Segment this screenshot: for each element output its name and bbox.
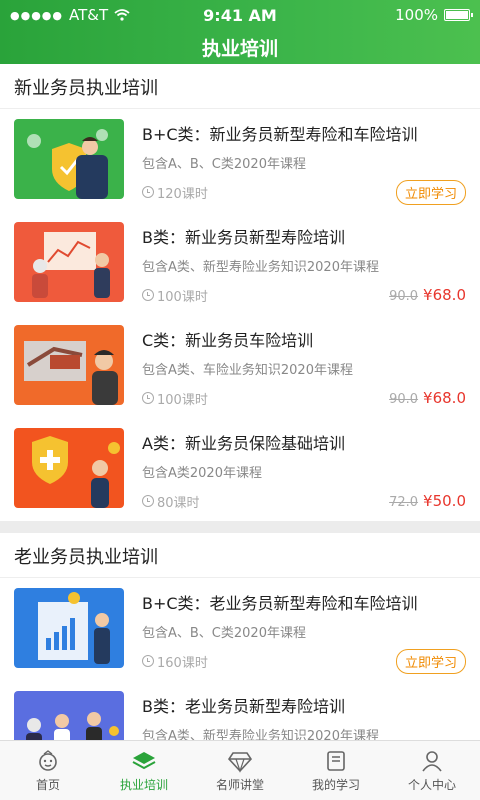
section-new-agents: 新业务员执业培训 B+C类：新业务员新型寿险和车险培训 包含A、B、C类2020…	[0, 64, 480, 521]
course-title: C类：新业务员车险培训	[142, 331, 314, 350]
course-subtitle: 包含A类、车险业务知识2020年课程	[142, 363, 353, 378]
clock-icon	[142, 392, 154, 404]
current-price: ¥68.0	[423, 286, 466, 304]
course-subtitle: 包含A、B、C类2020年课程	[142, 157, 306, 172]
course-subtitle: 包含A类2020年课程	[142, 466, 262, 481]
hours-label: 80课时	[157, 495, 200, 511]
course-hours: 120课时	[142, 183, 208, 202]
diamond-icon	[227, 751, 253, 773]
course-item[interactable]: A类：新业务员保险基础培训 包含A类2020年课程 80课时 72.0 ¥50.…	[0, 418, 480, 521]
current-price: ¥50.0	[423, 492, 466, 510]
current-price: ¥68.0	[423, 389, 466, 407]
course-hours: 100课时	[142, 389, 208, 408]
hours-label: 100课时	[157, 289, 208, 305]
start-learning-button[interactable]: 立即学习	[395, 648, 466, 674]
tab-label: 个人中心	[407, 777, 456, 792]
course-thumbnail	[14, 691, 124, 740]
bottom-tab-bar: 首页 执业培训 名师讲堂 我的学习 个人中心	[0, 740, 480, 800]
clock-icon	[142, 186, 154, 198]
course-hours: 160课时	[142, 652, 208, 671]
course-price: 72.0 ¥50.0	[389, 492, 466, 510]
start-learning-button[interactable]: 立即学习	[395, 179, 466, 205]
tab-profile[interactable]: 个人中心	[384, 741, 480, 800]
course-subtitle: 包含A类、新型寿险业务知识2020年课程	[142, 260, 379, 275]
clock-icon	[142, 289, 154, 301]
course-thumbnail	[14, 222, 124, 302]
tab-my-study[interactable]: 我的学习	[288, 741, 384, 800]
status-time: 9:41 AM	[203, 5, 277, 25]
section-experienced-agents: 老业务员执业培训 B+C类：老业务员新型寿险和车险培训 包含A、B、C类2020	[0, 533, 480, 740]
section-title: 新业务员执业培训	[0, 64, 480, 109]
page-title: 执业培训	[201, 37, 278, 60]
tab-teachers[interactable]: 名师讲堂	[192, 741, 288, 800]
tab-training[interactable]: 执业培训	[96, 741, 192, 800]
tab-home[interactable]: 首页	[0, 741, 96, 800]
course-thumbnail	[14, 325, 124, 405]
course-subtitle: 包含A、B、C类2020年课程	[142, 626, 306, 641]
top-bar: ●●●●● AT&T 9:41 AM 100% 执业培训	[0, 0, 480, 64]
person-icon	[422, 750, 442, 771]
course-item[interactable]: B+C类：新业务员新型寿险和车险培训 包含A、B、C类2020年课程 120课时…	[0, 109, 480, 212]
course-price: 90.0 ¥68.0	[389, 286, 466, 304]
course-item[interactable]: B+C类：老业务员新型寿险和车险培训 包含A、B、C类2020年课程 160课时…	[0, 578, 480, 681]
course-item[interactable]: B类：老业务员新型寿险培训 包含A类、新型寿险业务知识2020年课程	[0, 681, 480, 740]
original-price: 90.0	[389, 289, 419, 304]
course-title: B类：新业务员新型寿险培训	[142, 228, 345, 247]
hours-label: 100课时	[157, 392, 208, 408]
tab-label: 我的学习	[311, 777, 360, 792]
battery-icon	[444, 9, 473, 21]
tab-label: 执业培训	[119, 777, 168, 792]
original-price: 72.0	[389, 495, 419, 510]
clock-icon	[142, 495, 154, 507]
course-thumbnail	[14, 588, 124, 668]
tab-label: 首页	[35, 777, 60, 792]
course-hours: 100课时	[142, 286, 208, 305]
course-price: 90.0 ¥68.0	[389, 389, 466, 407]
course-subtitle: 包含A类、新型寿险业务知识2020年课程	[142, 729, 379, 740]
section-title: 老业务员执业培训	[0, 533, 480, 578]
status-bar: ●●●●● AT&T 9:41 AM 100%	[0, 0, 480, 30]
hours-label: 160课时	[157, 655, 208, 671]
home-face-icon	[39, 749, 57, 771]
course-title: B类：老业务员新型寿险培训	[142, 697, 345, 716]
clock-icon	[142, 655, 154, 667]
course-title: A类：新业务员保险基础培训	[142, 434, 345, 453]
original-price: 90.0	[389, 392, 419, 407]
tab-label: 名师讲堂	[215, 777, 264, 792]
course-thumbnail	[14, 428, 124, 508]
hours-label: 120课时	[157, 186, 208, 202]
course-thumbnail	[14, 119, 124, 199]
course-hours: 80课时	[142, 492, 200, 511]
book-icon	[327, 750, 345, 771]
course-list[interactable]: 新业务员执业培训 B+C类：新业务员新型寿险和车险培训 包含A、B、C类2020…	[0, 64, 480, 740]
layers-icon	[132, 751, 156, 769]
course-title: B+C类：新业务员新型寿险和车险培训	[142, 125, 418, 144]
course-title: B+C类：老业务员新型寿险和车险培训	[142, 594, 418, 613]
course-item[interactable]: C类：新业务员车险培训 包含A类、车险业务知识2020年课程 100课时 90.…	[0, 315, 480, 418]
course-item[interactable]: B类：新业务员新型寿险培训 包含A类、新型寿险业务知识2020年课程 100课时…	[0, 212, 480, 315]
